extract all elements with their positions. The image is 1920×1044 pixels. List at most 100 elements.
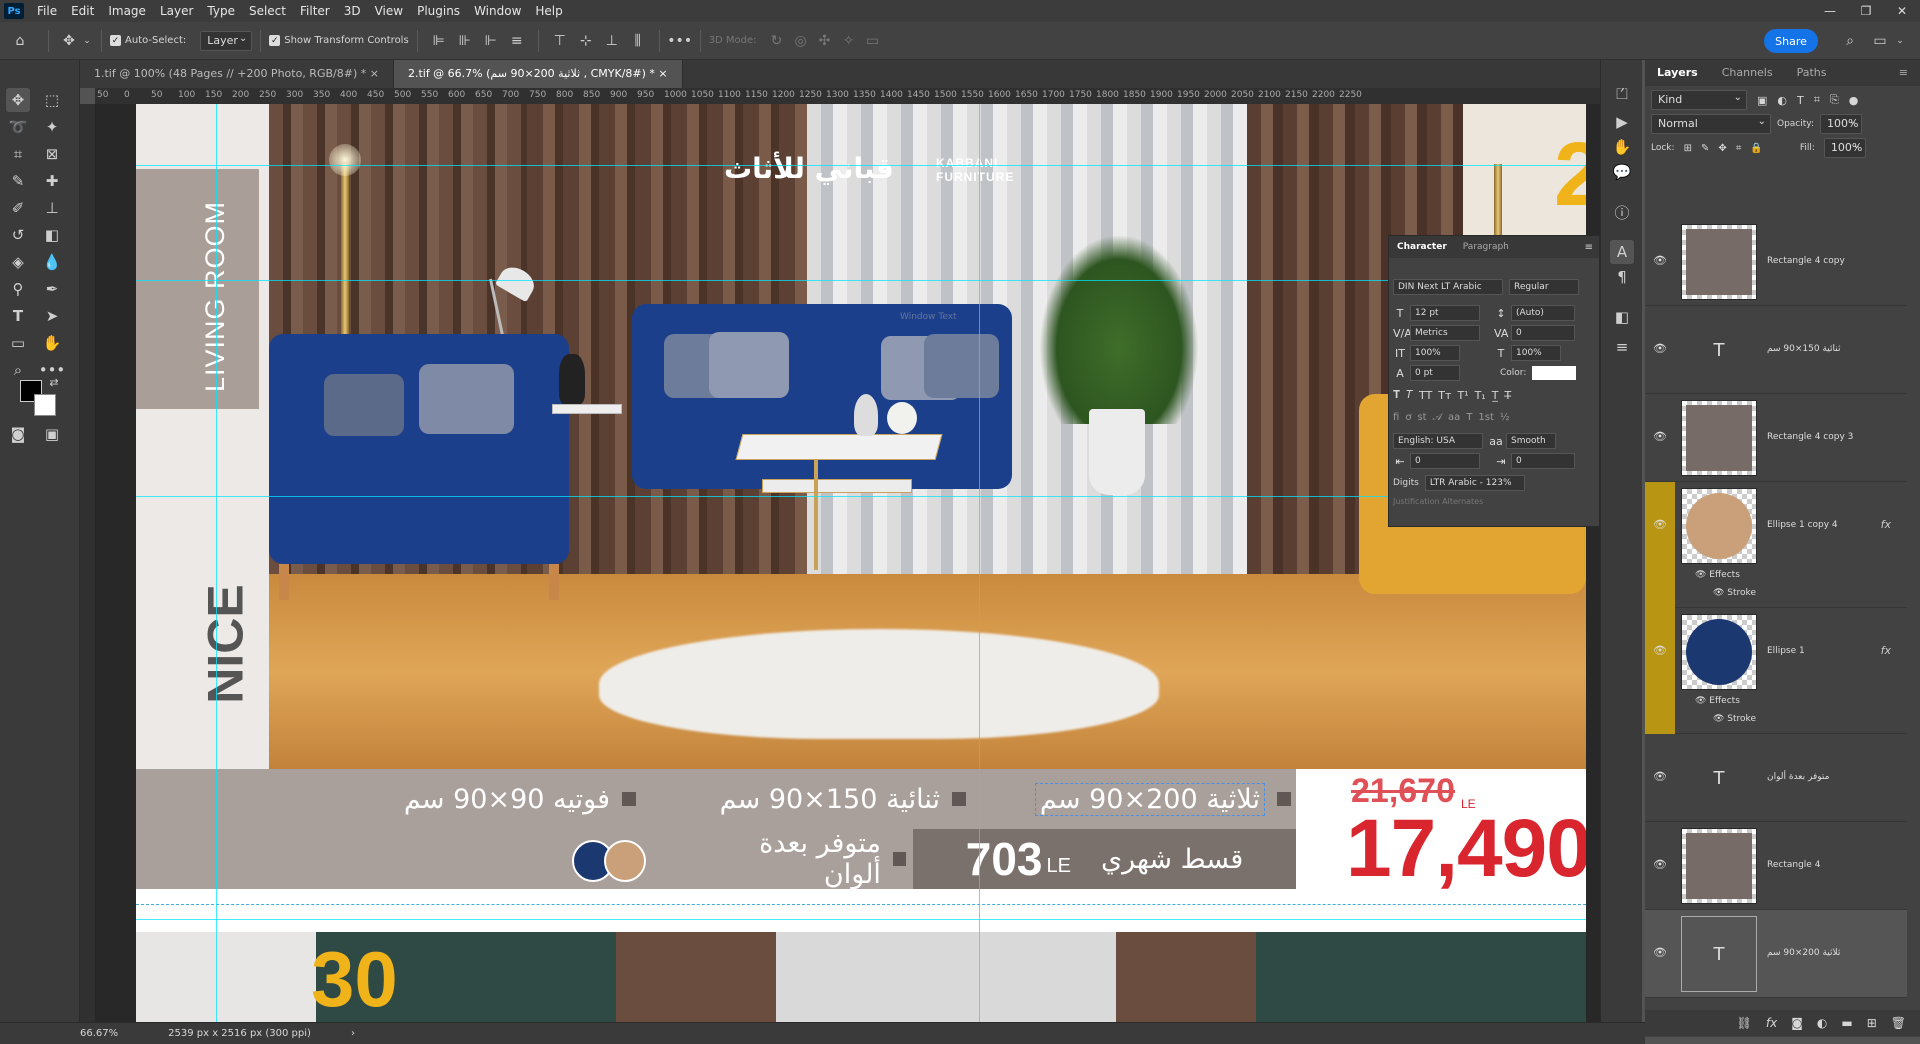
lock-all-icon[interactable]: 🔒 — [1750, 143, 1762, 154]
align-middle-icon[interactable]: ⊹ — [573, 33, 599, 49]
visibility-eye-icon[interactable]: 👁 — [1653, 946, 1667, 959]
swap-colors-icon[interactable]: ⇄ — [42, 370, 66, 394]
restore-button[interactable]: ❐ — [1848, 0, 1884, 22]
stroke-label[interactable]: 👁 Stroke — [1713, 588, 1756, 598]
actions-panel-icon[interactable]: ▶ — [1610, 110, 1634, 134]
guide[interactable] — [136, 165, 1586, 166]
strikethrough-icon[interactable]: T̶ — [1504, 389, 1511, 402]
panel-menu-icon[interactable]: ≡ — [1887, 60, 1920, 86]
ordinals-icon[interactable]: 1st — [1478, 412, 1494, 423]
type-tool-icon[interactable]: T — [6, 304, 30, 328]
visibility-eye-icon[interactable]: 👁 — [1653, 254, 1667, 267]
font-family-dropdown[interactable]: DIN Next LT Arabic — [1393, 279, 1503, 295]
layer-row-selected[interactable]: 👁 T ثلاثية 200×90 سم — [1645, 910, 1907, 998]
properties-panel-icon[interactable]: ✋ — [1610, 135, 1634, 159]
artboard[interactable]: LIVING ROOM NICE قباني للأثاث KABBANI FU… — [136, 104, 1586, 1022]
guide[interactable] — [136, 280, 1586, 281]
paragraph-panel-icon[interactable]: ¶ — [1610, 265, 1634, 289]
menu-help[interactable]: Help — [528, 0, 569, 22]
filter-toggle-icon[interactable]: ● — [1849, 94, 1859, 107]
guide[interactable] — [136, 919, 1586, 920]
item-three-seater[interactable]: ثلاثية 200×90 سم — [1034, 782, 1265, 816]
small-caps-icon[interactable]: Tт — [1438, 389, 1451, 402]
visibility-eye-icon[interactable]: 👁 — [1653, 644, 1667, 657]
layer-row[interactable]: 👁 T ثنائية 150×90 سم — [1645, 306, 1907, 394]
background-color-swatch[interactable] — [34, 394, 56, 416]
language-dropdown[interactable]: English: USA — [1393, 433, 1483, 449]
character-panel-icon[interactable]: A — [1610, 240, 1634, 264]
align-left-icon[interactable]: ⊫ — [426, 33, 452, 49]
lock-artboard-icon[interactable]: ⌗ — [1736, 143, 1742, 154]
distribute-icon[interactable]: ≡ — [504, 33, 530, 49]
hand-tool-icon[interactable]: ✋ — [40, 331, 64, 355]
font-style-dropdown[interactable]: Regular — [1509, 279, 1579, 295]
chevron-right-icon[interactable]: › — [351, 1028, 355, 1039]
visibility-eye-icon[interactable]: 👁 — [1653, 858, 1667, 871]
menu-window[interactable]: Window — [467, 0, 528, 22]
add-style-icon[interactable]: fx — [1766, 1016, 1777, 1030]
dodge-tool-icon[interactable]: ⚲ — [6, 277, 30, 301]
indent-right-field[interactable]: 0 — [1511, 453, 1575, 469]
contextual-alternates-icon[interactable]: ơ — [1405, 412, 1411, 423]
menu-view[interactable]: View — [368, 0, 410, 22]
menu-edit[interactable]: Edit — [64, 0, 101, 22]
antialias-dropdown[interactable]: Smooth — [1506, 433, 1556, 449]
layer-row[interactable]: 👁 Ellipse 1 copy 4 fx 👁 Effects 👁 Stroke — [1645, 482, 1907, 608]
tab-channels[interactable]: Channels — [1710, 60, 1785, 86]
align-bottom-icon[interactable]: ⊥ — [599, 33, 625, 49]
ligatures-icon[interactable]: fi — [1393, 412, 1399, 423]
vertical-scale-field[interactable]: 100% — [1410, 345, 1460, 361]
healing-brush-icon[interactable]: ✚ — [40, 169, 64, 193]
tracking-field[interactable]: 0 — [1511, 325, 1575, 341]
new-layer-icon[interactable]: ⊞ — [1867, 1016, 1877, 1030]
titling-alternates-icon[interactable]: T — [1466, 412, 1472, 423]
visibility-eye-icon[interactable]: 👁 — [1653, 430, 1667, 443]
align-right-icon[interactable]: ⊩ — [478, 33, 504, 49]
superscript-icon[interactable]: T¹ — [1457, 389, 1468, 402]
tab-character[interactable]: Character — [1389, 242, 1455, 252]
lock-pixels-icon[interactable]: ✎ — [1701, 143, 1709, 154]
layer-row[interactable]: 👁 Rectangle 4 copy 3 — [1645, 394, 1907, 482]
fractions-icon[interactable]: ½ — [1500, 412, 1510, 423]
layer-row[interactable]: 👁 Ellipse 1 fx 👁 Effects 👁 Stroke — [1645, 608, 1907, 734]
eyedropper-icon[interactable]: ✎ — [6, 169, 30, 193]
lasso-tool-icon[interactable]: ➰ — [6, 115, 30, 139]
tab-layers[interactable]: Layers — [1645, 60, 1710, 86]
kerning-field[interactable]: Metrics — [1410, 325, 1480, 341]
menu-filter[interactable]: Filter — [293, 0, 337, 22]
screen-mode-icon[interactable]: ▣ — [40, 422, 64, 446]
zoom-level[interactable]: 66.67% — [80, 1028, 118, 1039]
all-caps-icon[interactable]: TT — [1419, 389, 1432, 402]
effects-label[interactable]: 👁 Effects — [1695, 696, 1740, 706]
auto-select-target-dropdown[interactable]: Layer — [200, 30, 253, 51]
faux-bold-icon[interactable]: 𝐓 — [1393, 388, 1400, 402]
leading-field[interactable]: (Auto) — [1511, 305, 1575, 321]
layer-filter-dropdown[interactable]: Kind — [1651, 89, 1747, 110]
adjustment-layer-icon[interactable]: ◐ — [1817, 1016, 1827, 1030]
path-selection-icon[interactable]: ➤ — [40, 304, 64, 328]
stroke-label[interactable]: 👁 Stroke — [1713, 714, 1756, 724]
effects-label[interactable]: 👁 Effects — [1695, 570, 1740, 580]
menu-file[interactable]: File — [30, 0, 64, 22]
font-size-field[interactable]: 12 pt — [1410, 305, 1480, 321]
layer-effects-icon[interactable]: fx — [1881, 518, 1891, 531]
libraries-panel-icon[interactable]: ◧ — [1610, 305, 1634, 329]
home-icon[interactable]: ⌂ — [0, 33, 40, 49]
subscript-icon[interactable]: T₁ — [1475, 389, 1486, 402]
horizontal-scale-field[interactable]: 100% — [1511, 345, 1561, 361]
distribute-vertical-icon[interactable]: ⫼ — [625, 33, 651, 49]
layer-row[interactable]: 👁 Rectangle 4 — [1645, 822, 1907, 910]
tab-paths[interactable]: Paths — [1785, 60, 1839, 86]
lock-position-icon[interactable]: ✥ — [1718, 143, 1726, 154]
tab-paragraph[interactable]: Paragraph — [1455, 242, 1517, 252]
info-panel-icon[interactable]: ⓘ — [1610, 200, 1634, 224]
paint-bucket-icon[interactable]: ◈ — [6, 250, 30, 274]
history-brush-icon[interactable]: ↺ — [6, 223, 30, 247]
align-top-icon[interactable]: ⊤ — [547, 33, 573, 49]
delete-layer-icon[interactable]: 🗑 — [1891, 1016, 1906, 1030]
digits-dropdown[interactable]: LTR Arabic - 123% — [1424, 475, 1525, 491]
menu-select[interactable]: Select — [242, 0, 293, 22]
visibility-eye-icon[interactable]: 👁 — [1653, 518, 1667, 531]
menu-type[interactable]: Type — [200, 0, 242, 22]
horizontal-ruler[interactable]: 50 0 50 100 150 200 250 300 350 400 450 500 550 600 65… — [95, 88, 1600, 104]
